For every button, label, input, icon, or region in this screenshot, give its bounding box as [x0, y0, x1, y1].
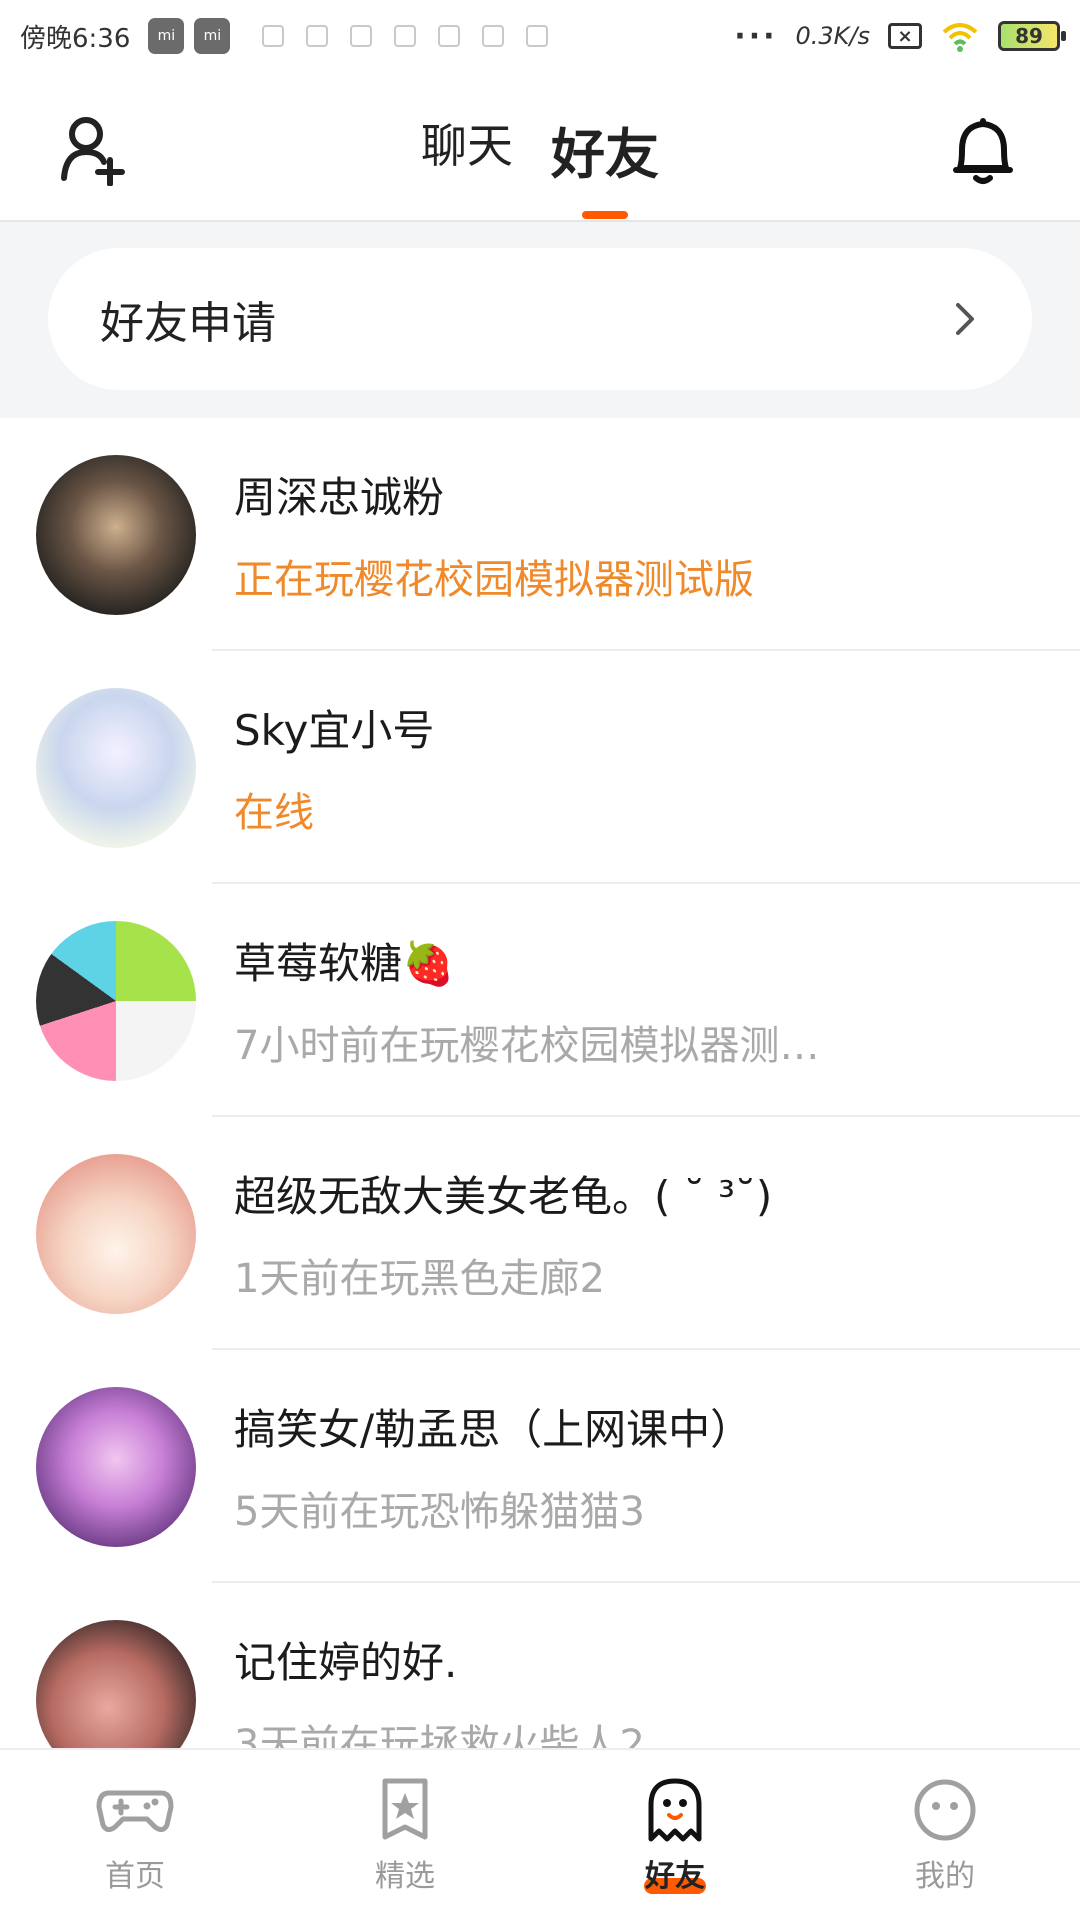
chevron-right-icon: [956, 303, 974, 335]
avatar[interactable]: [36, 1619, 196, 1748]
friend-status: 5天前在玩恐怖躲猫猫3: [234, 1489, 645, 1535]
notification-icon: [394, 25, 417, 47]
notification-icon: [438, 25, 461, 47]
friend-request-label: 好友申请: [100, 298, 276, 349]
notification-icon: [526, 25, 549, 47]
friend-request-button[interactable]: 好友申请: [48, 248, 1032, 390]
nav-home[interactable]: 首页: [0, 1750, 270, 1920]
friend-list: 周深忠诚粉 正在玩樱花校园模拟器测试版 Sky宜小号 在线 草莓软糖🍓 7小时前…: [0, 418, 1080, 1748]
battery-icon: 89: [998, 21, 1066, 51]
list-item[interactable]: Sky宜小号 在线: [0, 651, 1080, 884]
notification-icon: [306, 25, 329, 47]
notification-icon: [262, 25, 285, 47]
more-notifications-icon: ···: [734, 18, 778, 54]
network-speed: 0.3K/s: [795, 22, 871, 50]
friend-status: 7小时前在玩樱花校园模拟器测…: [234, 1023, 820, 1069]
friend-status: 在线: [234, 790, 314, 836]
avatar[interactable]: [36, 1386, 196, 1547]
list-item[interactable]: 草莓软糖🍓 7小时前在玩樱花校园模拟器测…: [0, 884, 1080, 1117]
tab-friends-label: 好友: [551, 123, 659, 186]
nav-home-label: 首页: [105, 1859, 165, 1894]
friend-name: 超级无敌大美女老龟。( ˘ ³˘): [234, 1172, 773, 1221]
avatar[interactable]: [36, 687, 196, 848]
friend-status: 3天前在玩拯救火柴人2: [234, 1722, 645, 1748]
friend-status: 正在玩樱花校园模拟器测试版: [234, 557, 754, 603]
nav-featured-label: 精选: [375, 1859, 435, 1894]
nav-profile-label: 我的: [915, 1859, 975, 1894]
tab-friends[interactable]: 好友: [551, 110, 659, 219]
avatar[interactable]: [36, 1153, 196, 1314]
friend-status: 1天前在玩黑色走廊2: [234, 1256, 605, 1302]
friend-name: Sky宜小号: [234, 706, 435, 755]
wifi-icon: [942, 23, 978, 52]
tab-chat[interactable]: 聊天: [421, 110, 513, 195]
status-time: 傍晚6:36: [20, 23, 131, 54]
list-item[interactable]: 搞笑女/勒孟思（上网课中） 5天前在玩恐怖躲猫猫3: [0, 1350, 1080, 1583]
mi-app-icon: mi: [148, 18, 185, 54]
nav-profile[interactable]: 我的: [810, 1750, 1080, 1920]
status-bar: 傍晚6:36 mi mi ··· 0.3K/s × 89: [0, 0, 1080, 72]
mi-app-icon: mi: [194, 18, 231, 54]
avatar[interactable]: [36, 920, 196, 1081]
list-item[interactable]: 超级无敌大美女老龟。( ˘ ³˘) 1天前在玩黑色走廊2: [0, 1117, 1080, 1350]
notifications-button[interactable]: [948, 114, 1018, 186]
face-icon: [914, 1779, 976, 1841]
top-header: 聊天 好友: [0, 72, 1080, 222]
friend-name: 搞笑女/勒孟思（上网课中）: [234, 1405, 753, 1454]
list-item[interactable]: 周深忠诚粉 正在玩樱花校园模拟器测试版: [0, 418, 1080, 651]
notification-icon: [350, 25, 373, 47]
avatar[interactable]: [36, 454, 196, 615]
friend-request-section: 好友申请: [0, 222, 1080, 418]
nav-featured[interactable]: 精选: [270, 1750, 540, 1920]
bottom-nav: 首页 精选 好友 我的: [0, 1748, 1080, 1920]
active-tab-indicator: [582, 211, 628, 219]
friend-name: 记住婷的好.: [234, 1638, 458, 1687]
nav-friends[interactable]: 好友: [540, 1750, 810, 1920]
tab-chat-label: 聊天: [421, 119, 513, 173]
list-item[interactable]: 记住婷的好. 3天前在玩拯救火柴人2: [0, 1583, 1080, 1748]
nav-friends-label: 好友: [645, 1859, 705, 1894]
chat-friend-tabs: 聊天 好友: [0, 110, 1080, 219]
friend-name: 草莓软糖🍓: [234, 939, 455, 988]
notification-icon: [482, 25, 505, 47]
star-icon: [382, 1778, 428, 1840]
ghost-icon: [648, 1778, 702, 1842]
gamepad-icon: [96, 1790, 174, 1833]
friend-name: 周深忠诚粉: [234, 473, 445, 522]
sim-disabled-icon: ×: [888, 23, 922, 49]
bell-icon: [953, 118, 1013, 184]
